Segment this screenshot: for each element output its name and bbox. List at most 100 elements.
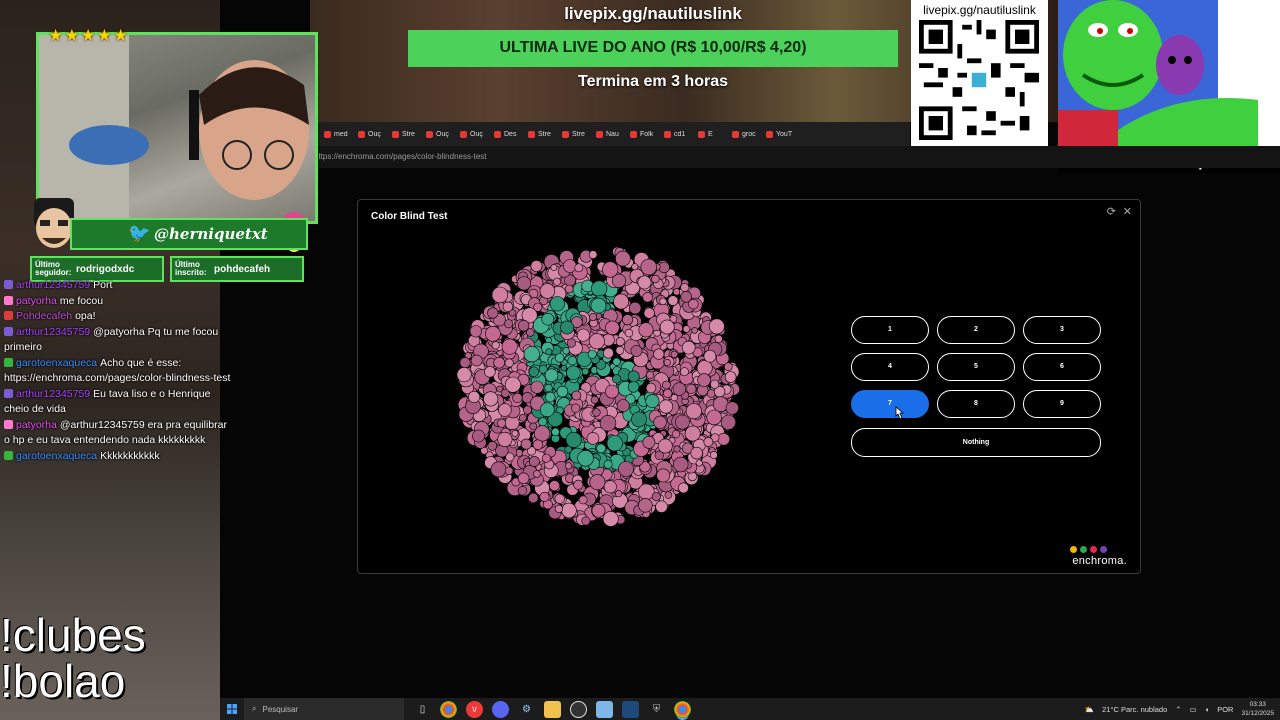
plate-dot	[628, 301, 642, 315]
twitter-handle: 🐦 @herniquetxt	[70, 218, 308, 250]
language-indicator[interactable]: POR	[1217, 705, 1233, 714]
weather-icon: ⛅	[1084, 704, 1095, 714]
discord-icon[interactable]	[492, 700, 509, 718]
answer-button-8[interactable]: 8	[937, 390, 1015, 418]
browser-tab[interactable]: Stre	[562, 130, 592, 138]
plate-dot	[696, 360, 713, 376]
close-icon[interactable]: ✕	[1123, 205, 1132, 218]
plate-dot	[565, 431, 582, 448]
chat-username[interactable]: garotoenxaqueca	[16, 357, 97, 369]
browser-tab[interactable]: Ouç	[358, 130, 388, 138]
browser-tab[interactable]: Folk	[630, 130, 660, 138]
browser-tab[interactable]: med	[324, 130, 354, 138]
chat-username[interactable]: patyorha	[16, 419, 57, 431]
nothing-button[interactable]: Nothing	[851, 428, 1101, 457]
answer-button-4[interactable]: 4	[851, 353, 929, 381]
screen: livepix.gg/nautiluslink ULTIMA LIVE DO A…	[0, 0, 1280, 720]
folder-icon[interactable]	[544, 700, 561, 718]
browser-tab[interactable]: E	[698, 130, 728, 138]
chat-badge-icon	[4, 450, 13, 460]
chat-username[interactable]: arthur12345759	[16, 279, 90, 291]
plate-dot	[526, 328, 535, 337]
plate-dot	[567, 355, 577, 366]
plate-dot	[602, 347, 614, 359]
mouse-cursor-icon	[895, 406, 904, 420]
chat-username[interactable]: Pohdecafeh	[16, 310, 72, 322]
plate-dot	[504, 319, 514, 329]
plate-dot	[523, 345, 540, 363]
answer-button-7[interactable]: 7	[851, 390, 929, 418]
chat-username[interactable]: arthur12345759	[16, 388, 90, 400]
plate-dot	[566, 338, 576, 348]
plate-dot	[720, 414, 737, 430]
plate-dot	[517, 319, 530, 332]
volume-icon[interactable]: ◖	[1205, 705, 1210, 714]
browser-tab[interactable]: Des	[494, 130, 524, 138]
plate-dot	[573, 479, 584, 490]
task-view-icon[interactable]: ▯	[414, 701, 431, 718]
plate-dot	[528, 492, 539, 504]
browser-tab[interactable]: Ouç	[460, 130, 490, 138]
windows-start-icon[interactable]	[220, 698, 244, 720]
plate-dot	[680, 290, 692, 303]
plate-dot	[681, 340, 696, 355]
chrome-icon[interactable]	[440, 700, 457, 718]
plate-dot	[564, 284, 574, 294]
qr-code-icon	[919, 20, 1039, 140]
taskbar-search[interactable]: ⌕ Pesquisar	[244, 698, 404, 720]
browser-tab[interactable]: cd1	[664, 130, 694, 138]
notepad-icon[interactable]	[596, 700, 613, 718]
refresh-icon[interactable]: ⟳	[1107, 205, 1116, 218]
browser-tab[interactable]: groc	[732, 130, 762, 138]
plate-dot	[646, 371, 655, 380]
plate-dot	[682, 325, 691, 333]
answer-button-5[interactable]: 5	[937, 353, 1015, 381]
clock[interactable]: 03:33 31/12/2025	[1241, 700, 1274, 718]
vivaldi-icon[interactable]: v	[466, 700, 483, 718]
chat-username[interactable]: arthur12345759	[16, 326, 90, 338]
chat-message: patyorha @arthur12345759 era pra equilibr…	[4, 418, 234, 449]
chat-username[interactable]: patyorha	[16, 295, 57, 307]
streamer-silhouette	[39, 35, 309, 221]
browser-tab[interactable]: Nau	[596, 130, 626, 138]
obs-icon[interactable]	[570, 700, 587, 718]
plate-dot	[657, 438, 673, 454]
plate-dot	[717, 432, 731, 446]
answer-button-6[interactable]: 6	[1023, 353, 1101, 381]
plate-dot	[517, 472, 530, 485]
browser-tab[interactable]: Stre	[392, 130, 422, 138]
plate-dot	[643, 307, 655, 319]
address-bar[interactable]: https://enchroma.com/pages/color-blindne…	[310, 146, 1280, 168]
weather-text[interactable]: 21°C Parc. nublado	[1102, 705, 1167, 714]
answer-button-1[interactable]: 1	[851, 316, 929, 344]
steam-icon[interactable]: ⚙	[518, 701, 535, 718]
answer-button-2[interactable]: 2	[937, 316, 1015, 344]
app-icon[interactable]	[622, 700, 639, 718]
last-sub-label: Último inscrito:	[175, 260, 207, 277]
plate-dot	[588, 333, 605, 350]
search-icon: ⌕	[252, 704, 257, 713]
twitter-icon: 🐦	[128, 223, 151, 244]
plate-dot	[491, 341, 500, 350]
network-icon[interactable]: ▭	[1190, 705, 1197, 714]
browser-tab[interactable]: Ouç	[426, 130, 456, 138]
answer-button-3[interactable]: 3	[1023, 316, 1101, 344]
plate-dot	[588, 250, 598, 259]
plate-dot	[523, 405, 533, 415]
chat-username[interactable]: garotoenxaqueca	[16, 450, 97, 462]
tab-label: med	[334, 130, 348, 138]
browser-tab[interactable]: YouT	[766, 130, 796, 138]
shield-icon[interactable]: ⛨	[648, 701, 665, 718]
twitter-text: @herniquetxt	[154, 225, 268, 243]
plate-dot	[504, 466, 514, 476]
plate-dot	[577, 450, 594, 467]
browser-tab[interactable]: Stre	[528, 130, 558, 138]
plate-dot	[564, 462, 573, 470]
answer-button-9[interactable]: 9	[1023, 390, 1101, 418]
tray-chevron-icon[interactable]: ⌃	[1175, 705, 1181, 714]
chrome-active-icon[interactable]	[674, 700, 691, 718]
plate-dot	[560, 364, 568, 372]
plate-dot	[708, 318, 725, 335]
plate-dot	[512, 392, 523, 403]
plate-dot	[551, 427, 560, 437]
